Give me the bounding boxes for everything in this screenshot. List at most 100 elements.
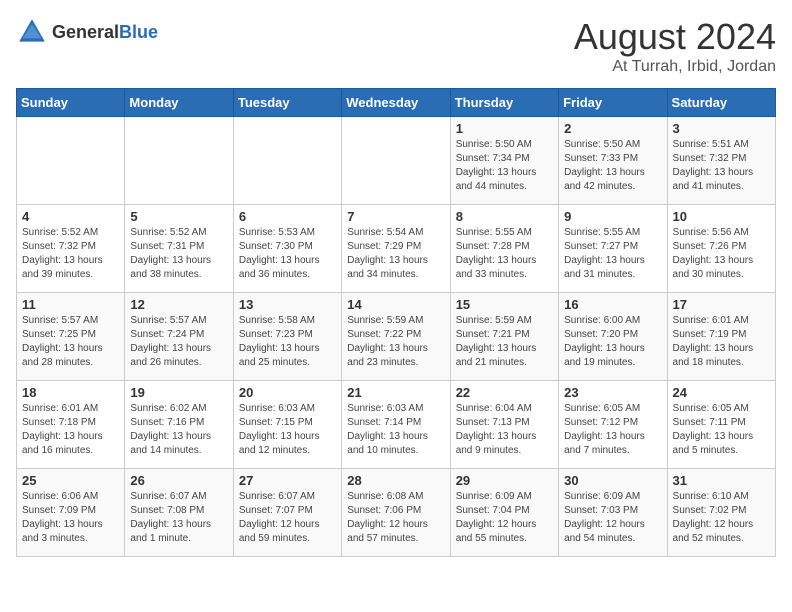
calendar-cell: 10 Sunrise: 5:56 AM Sunset: 7:26 PM Dayli… (667, 205, 775, 293)
day-info: Sunrise: 6:09 AM Sunset: 7:03 PM Dayligh… (564, 490, 661, 546)
day-info: Sunrise: 6:10 AM Sunset: 7:02 PM Dayligh… (673, 490, 770, 546)
day-of-week-header: Monday (125, 89, 233, 117)
calendar-cell: 6 Sunrise: 5:53 AM Sunset: 7:30 PM Daylig… (233, 205, 341, 293)
day-info: Sunrise: 6:02 AM Sunset: 7:16 PM Dayligh… (130, 402, 227, 458)
calendar-cell: 17 Sunrise: 6:01 AM Sunset: 7:19 PM Dayli… (667, 293, 775, 381)
day-info: Sunrise: 6:03 AM Sunset: 7:14 PM Dayligh… (347, 402, 444, 458)
day-of-week-header: Saturday (667, 89, 775, 117)
calendar-cell: 29Sunrise: 6:09 AM Sunset: 7:04 PM Dayli… (450, 469, 558, 557)
day-number: 4 (22, 209, 119, 224)
day-info: Sunrise: 6:04 AM Sunset: 7:13 PM Dayligh… (456, 402, 553, 458)
day-number: 27 (239, 473, 336, 488)
day-info: Sunrise: 5:52 AM Sunset: 7:32 PM Dayligh… (22, 226, 119, 282)
day-info: Sunrise: 6:07 AM Sunset: 7:08 PM Dayligh… (130, 490, 227, 546)
calendar-cell: 21 Sunrise: 6:03 AM Sunset: 7:14 PM Dayli… (342, 381, 450, 469)
calendar-cell: 14Sunrise: 5:59 AM Sunset: 7:22 PM Dayli… (342, 293, 450, 381)
day-info: Sunrise: 6:05 AM Sunset: 7:11 PM Dayligh… (673, 402, 770, 458)
day-number: 13 (239, 297, 336, 312)
calendar-week-row: 25 Sunrise: 6:06 AM Sunset: 7:09 PM Dayli… (17, 469, 776, 557)
day-number: 2 (564, 121, 661, 136)
day-number: 28 (347, 473, 444, 488)
day-of-week-header: Sunday (17, 89, 125, 117)
logo-text-general: General (52, 22, 119, 42)
day-number: 23 (564, 385, 661, 400)
day-number: 15 (456, 297, 553, 312)
day-number: 17 (673, 297, 770, 312)
calendar-cell: 13Sunrise: 5:58 AM Sunset: 7:23 PM Dayli… (233, 293, 341, 381)
calendar-cell: 24 Sunrise: 6:05 AM Sunset: 7:11 PM Dayli… (667, 381, 775, 469)
calendar-week-row: 18Sunrise: 6:01 AM Sunset: 7:18 PM Dayli… (17, 381, 776, 469)
day-number: 10 (673, 209, 770, 224)
day-number: 22 (456, 385, 553, 400)
day-info: Sunrise: 5:57 AM Sunset: 7:25 PM Dayligh… (22, 314, 119, 370)
day-info: Sunrise: 5:57 AM Sunset: 7:24 PM Dayligh… (130, 314, 227, 370)
calendar-cell: 12 Sunrise: 5:57 AM Sunset: 7:24 PM Dayli… (125, 293, 233, 381)
day-info: Sunrise: 5:53 AM Sunset: 7:30 PM Dayligh… (239, 226, 336, 282)
calendar-cell: 3 Sunrise: 5:51 AM Sunset: 7:32 PM Daylig… (667, 117, 775, 205)
day-info: Sunrise: 6:08 AM Sunset: 7:06 PM Dayligh… (347, 490, 444, 546)
calendar-cell: 19 Sunrise: 6:02 AM Sunset: 7:16 PM Dayli… (125, 381, 233, 469)
day-number: 21 (347, 385, 444, 400)
calendar-cell (17, 117, 125, 205)
day-number: 24 (673, 385, 770, 400)
day-number: 12 (130, 297, 227, 312)
day-of-week-header: Friday (559, 89, 667, 117)
day-number: 7 (347, 209, 444, 224)
day-number: 11 (22, 297, 119, 312)
day-number: 16 (564, 297, 661, 312)
day-info: Sunrise: 6:01 AM Sunset: 7:19 PM Dayligh… (673, 314, 770, 370)
day-info: Sunrise: 5:51 AM Sunset: 7:32 PM Dayligh… (673, 138, 770, 194)
day-info: Sunrise: 5:55 AM Sunset: 7:27 PM Dayligh… (564, 226, 661, 282)
calendar-cell: 18Sunrise: 6:01 AM Sunset: 7:18 PM Dayli… (17, 381, 125, 469)
calendar-cell: 9 Sunrise: 5:55 AM Sunset: 7:27 PM Daylig… (559, 205, 667, 293)
calendar-cell (233, 117, 341, 205)
day-number: 26 (130, 473, 227, 488)
calendar-cell: 30Sunrise: 6:09 AM Sunset: 7:03 PM Dayli… (559, 469, 667, 557)
day-info: Sunrise: 6:05 AM Sunset: 7:12 PM Dayligh… (564, 402, 661, 458)
calendar-cell: 11 Sunrise: 5:57 AM Sunset: 7:25 PM Dayli… (17, 293, 125, 381)
calendar-cell: 1 Sunrise: 5:50 AM Sunset: 7:34 PM Daylig… (450, 117, 558, 205)
day-info: Sunrise: 6:09 AM Sunset: 7:04 PM Dayligh… (456, 490, 553, 546)
day-info: Sunrise: 5:50 AM Sunset: 7:34 PM Dayligh… (456, 138, 553, 194)
day-of-week-header: Wednesday (342, 89, 450, 117)
day-info: Sunrise: 6:06 AM Sunset: 7:09 PM Dayligh… (22, 490, 119, 546)
day-info: Sunrise: 5:59 AM Sunset: 7:21 PM Dayligh… (456, 314, 553, 370)
calendar-cell: 22 Sunrise: 6:04 AM Sunset: 7:13 PM Dayli… (450, 381, 558, 469)
calendar-cell: 27 Sunrise: 6:07 AM Sunset: 7:07 PM Dayli… (233, 469, 341, 557)
title-block: August 2024 At Turrah, Irbid, Jordan (574, 16, 776, 76)
logo-icon (16, 16, 48, 48)
calendar-cell: 28 Sunrise: 6:08 AM Sunset: 7:06 PM Dayli… (342, 469, 450, 557)
calendar-cell: 31 Sunrise: 6:10 AM Sunset: 7:02 PM Dayli… (667, 469, 775, 557)
day-number: 18 (22, 385, 119, 400)
calendar-cell: 15 Sunrise: 5:59 AM Sunset: 7:21 PM Dayli… (450, 293, 558, 381)
day-of-week-header: Thursday (450, 89, 558, 117)
day-of-week-header: Tuesday (233, 89, 341, 117)
day-number: 19 (130, 385, 227, 400)
calendar-cell (342, 117, 450, 205)
day-number: 1 (456, 121, 553, 136)
day-number: 20 (239, 385, 336, 400)
month-year: August 2024 (574, 16, 776, 58)
calendar-cell: 26 Sunrise: 6:07 AM Sunset: 7:08 PM Dayli… (125, 469, 233, 557)
day-number: 9 (564, 209, 661, 224)
calendar-cell: 20 Sunrise: 6:03 AM Sunset: 7:15 PM Dayli… (233, 381, 341, 469)
day-number: 25 (22, 473, 119, 488)
calendar-cell: 2Sunrise: 5:50 AM Sunset: 7:33 PM Daylig… (559, 117, 667, 205)
day-info: Sunrise: 6:07 AM Sunset: 7:07 PM Dayligh… (239, 490, 336, 546)
calendar-cell: 16 Sunrise: 6:00 AM Sunset: 7:20 PM Dayli… (559, 293, 667, 381)
calendar-cell (125, 117, 233, 205)
day-number: 3 (673, 121, 770, 136)
day-info: Sunrise: 6:00 AM Sunset: 7:20 PM Dayligh… (564, 314, 661, 370)
calendar-cell: 8 Sunrise: 5:55 AM Sunset: 7:28 PM Daylig… (450, 205, 558, 293)
calendar-week-row: 4 Sunrise: 5:52 AM Sunset: 7:32 PM Daylig… (17, 205, 776, 293)
calendar-week-row: 11 Sunrise: 5:57 AM Sunset: 7:25 PM Dayli… (17, 293, 776, 381)
day-info: Sunrise: 5:55 AM Sunset: 7:28 PM Dayligh… (456, 226, 553, 282)
day-number: 8 (456, 209, 553, 224)
day-number: 31 (673, 473, 770, 488)
calendar-cell: 5Sunrise: 5:52 AM Sunset: 7:31 PM Daylig… (125, 205, 233, 293)
page-header: GeneralBlue August 2024 At Turrah, Irbid… (16, 16, 776, 76)
calendar-cell: 7Sunrise: 5:54 AM Sunset: 7:29 PM Daylig… (342, 205, 450, 293)
day-number: 6 (239, 209, 336, 224)
day-info: Sunrise: 5:56 AM Sunset: 7:26 PM Dayligh… (673, 226, 770, 282)
day-info: Sunrise: 6:03 AM Sunset: 7:15 PM Dayligh… (239, 402, 336, 458)
